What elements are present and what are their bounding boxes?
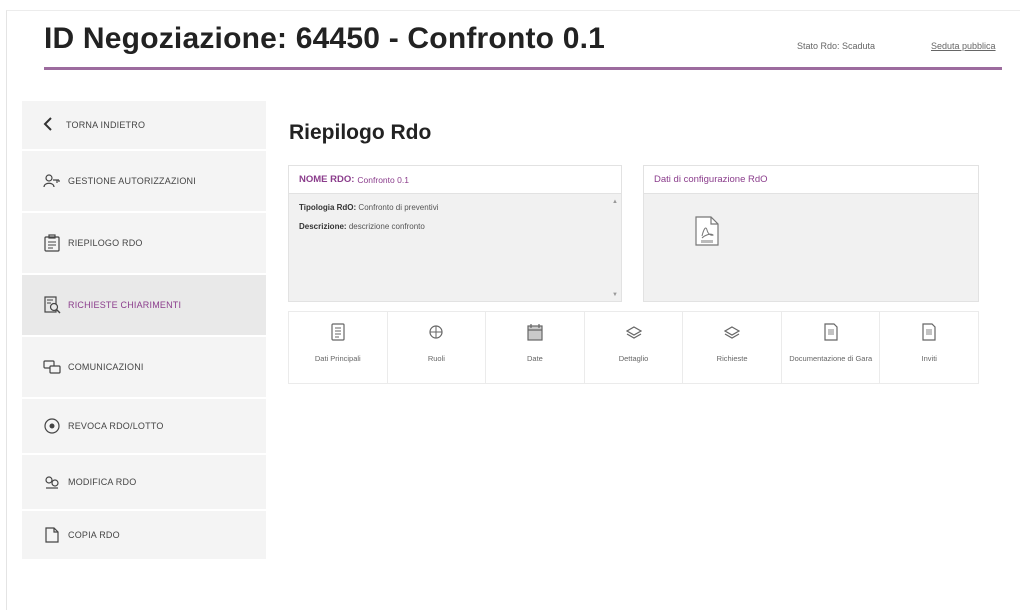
seduta-pubblica-link[interactable]: Seduta pubblica — [931, 41, 996, 51]
tab-dettaglio[interactable]: Dettaglio — [585, 312, 684, 383]
sidebar-item-richieste-chiarimenti[interactable]: RICHIESTE CHIARIMENTI — [22, 275, 266, 337]
descrizione-row: Descrizione: descrizione confronto — [299, 222, 611, 231]
sidebar-item-label: RIEPILOGO RDO — [68, 238, 143, 248]
layers-icon — [625, 323, 642, 341]
clipboard-icon — [42, 233, 62, 253]
sidebar-item-label: COPIA RDO — [68, 530, 120, 540]
tab-ruoli[interactable]: Ruoli — [388, 312, 487, 383]
file-icon — [921, 323, 937, 341]
config-card: Dati di configurazione RdO — [643, 165, 979, 302]
tipologia-value: Confronto di preventivi — [358, 203, 439, 212]
descrizione-value: descrizione confronto — [348, 222, 425, 231]
nome-rdo-value: Confronto 0.1 — [357, 174, 409, 185]
sidebar-item-comunicazioni[interactable]: COMUNICAZIONI — [22, 337, 266, 399]
config-card-body — [644, 194, 978, 302]
layers-icon — [723, 323, 741, 341]
sidebar-item-gestione-autorizzazioni[interactable]: GESTIONE AUTORIZZAZIONI — [22, 151, 266, 213]
chevron-left-icon — [42, 117, 56, 133]
sidebar-item-copia-rdo[interactable]: COPIA RDO — [22, 511, 266, 561]
nome-rdo-body[interactable]: Tipologia RdO: Confronto di preventivi D… — [289, 194, 621, 302]
users-key-icon — [42, 171, 62, 191]
sidebar-item-modifica-rdo[interactable]: MODIFICA RDO — [22, 455, 266, 511]
tab-dati-principali[interactable]: Dati Principali — [289, 312, 388, 383]
tipologia-label: Tipologia RdO: — [299, 203, 357, 212]
sidebar-item-revoca-rdo-lotto[interactable]: REVOCA RDO/LOTTO — [22, 399, 266, 455]
document-list-icon — [330, 323, 346, 341]
sidebar-item-riepilogo-rdo[interactable]: RIEPILOGO RDO — [22, 213, 266, 275]
back-button[interactable]: TORNA INDIETRO — [22, 101, 266, 151]
sidebar-item-label: COMUNICAZIONI — [68, 362, 144, 372]
tab-label: Inviti — [921, 354, 937, 363]
tab-label: Dati Principali — [314, 354, 361, 363]
pdf-file-icon[interactable] — [694, 216, 720, 246]
tab-label: Ruoli — [427, 354, 445, 363]
file-icon — [823, 323, 839, 341]
nome-rdo-header: NOME RDO: Confronto 0.1 — [289, 166, 621, 194]
scroll-up-arrow-icon[interactable]: ▲ — [612, 199, 618, 205]
revoke-icon — [42, 416, 62, 436]
sidebar-item-label: REVOCA RDO/LOTTO — [68, 421, 164, 431]
tab-label: Richieste — [716, 354, 748, 363]
nome-rdo-card: NOME RDO: Confronto 0.1 Tipologia RdO: C… — [288, 165, 622, 302]
roles-icon — [428, 323, 444, 341]
tab-richieste[interactable]: Richieste — [683, 312, 782, 383]
rdo-tabs: Dati Principali Ruoli Date Dettaglio Ric… — [288, 311, 979, 384]
tab-label: Documentazione di Gara — [789, 354, 873, 363]
calendar-icon — [527, 323, 543, 341]
page-header-title: ID Negoziazione: 64450 - Confronto 0.1 — [44, 22, 606, 55]
tab-inviti[interactable]: Inviti — [880, 312, 978, 383]
tab-label: Date — [527, 354, 543, 363]
rdo-status: Stato Rdo: Scaduta — [797, 41, 876, 51]
chat-icon — [42, 357, 62, 377]
copy-document-icon — [42, 525, 62, 545]
tipologia-row: Tipologia RdO: Confronto di preventivi — [299, 203, 611, 212]
page-title: Riepilogo Rdo — [289, 121, 432, 144]
edit-users-icon — [42, 472, 62, 492]
scroll-down-arrow-icon[interactable]: ▼ — [612, 292, 618, 298]
nome-rdo-label: NOME RDO: — [299, 174, 355, 185]
tab-documentazione-di-gara[interactable]: Documentazione di Gara — [782, 312, 881, 383]
sidebar-item-label: MODIFICA RDO — [68, 477, 137, 487]
config-card-title: Dati di configurazione RdO — [644, 166, 978, 194]
descrizione-label: Descrizione: — [299, 222, 347, 231]
document-search-icon — [42, 295, 62, 315]
sidebar-item-label: RICHIESTE CHIARIMENTI — [68, 300, 182, 310]
sidebar: TORNA INDIETRO GESTIONE AUTORIZZAZIONI R… — [22, 101, 266, 561]
back-label: TORNA INDIETRO — [66, 120, 146, 130]
sidebar-item-label: GESTIONE AUTORIZZAZIONI — [68, 176, 196, 186]
tab-label: Dettaglio — [618, 354, 649, 363]
header-divider — [44, 67, 1002, 70]
tab-date[interactable]: Date — [486, 312, 585, 383]
